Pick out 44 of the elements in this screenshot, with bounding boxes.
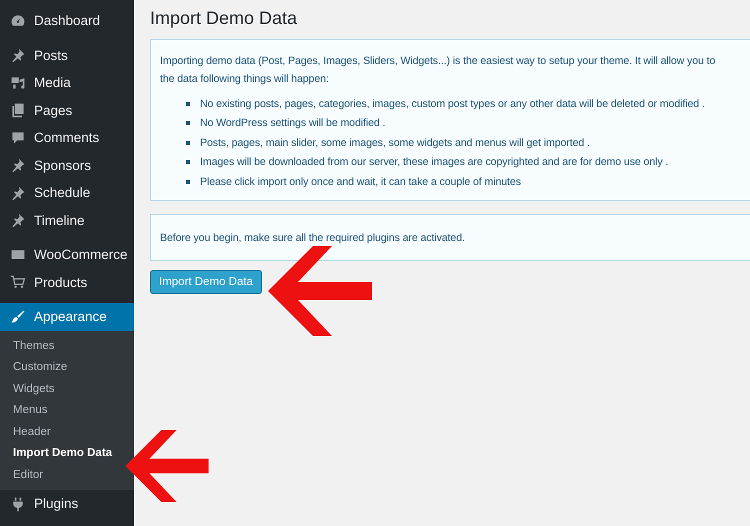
bullet-icon — [186, 140, 190, 145]
paintbrush-icon — [10, 308, 26, 325]
media-icon — [10, 74, 26, 91]
menu-item[interactable]: Comments — [0, 124, 134, 152]
speech-bubble-icon — [10, 130, 26, 146]
gauge-icon — [10, 12, 26, 29]
plug-icon — [10, 496, 26, 512]
list-item-text: No WordPress settings will be modified . — [200, 117, 386, 130]
pushpin-icon — [10, 184, 26, 201]
menu-item[interactable]: Plugins — [0, 490, 134, 518]
bullet-icon — [186, 121, 190, 126]
menu-item[interactable]: Schedule — [0, 179, 134, 206]
page-title: Import Demo Data — [150, 8, 298, 29]
cart-icon — [10, 274, 26, 290]
pushpin-icon — [10, 212, 26, 228]
submenu-item[interactable]: Editor — [0, 464, 44, 486]
bullet-icon — [186, 102, 190, 106]
bullet-icon — [186, 180, 190, 184]
menu-item[interactable]: Sponsors — [0, 152, 134, 179]
submenu-item[interactable]: Menus — [0, 400, 48, 422]
menu-item[interactable]: WooCommerce — [0, 241, 134, 268]
intro-text: Importing demo data (Post, Pages, Images, Sliders, Widgets...) is the easiest way to setup your theme. It will allow you to — [160, 54, 716, 69]
submenu-item[interactable]: Widgets — [0, 378, 55, 400]
pushpin-icon — [10, 157, 26, 174]
menu-item[interactable]: Products — [0, 268, 134, 296]
pushpin-icon — [10, 47, 26, 64]
menu-item[interactable]: Timeline — [0, 206, 134, 234]
pages-icon — [10, 102, 26, 118]
intro-text: the data following things will happen: — [160, 72, 330, 87]
list-item-text: Posts, pages, main slider, some images, some widgets and menus will get imported . — [200, 136, 590, 149]
submenu-item[interactable]: Import Demo Data — [0, 443, 112, 464]
notice-text: Before you begin, make sure all the required plugins are activated. — [160, 230, 466, 246]
menu-item[interactable]: Appearance — [0, 303, 134, 330]
bullet-icon — [186, 160, 190, 164]
submenu-item[interactable]: Customize — [0, 357, 68, 378]
list-item-text: Images will be downloaded from our server, these images are copyrighted and are for demo use only . — [200, 156, 668, 168]
menu-item[interactable]: Dashboard — [0, 7, 134, 34]
list-item-text: No existing posts, pages, categories, images, custom post types or any other data will be deleted or modified . — [200, 98, 705, 110]
menu-item[interactable]: Pages — [0, 96, 134, 124]
list-item-text: Please click import only once and wait, it can take a couple of minutes — [200, 176, 521, 188]
menu-item[interactable]: Media — [0, 69, 134, 96]
submenu-item[interactable]: Header — [0, 422, 51, 443]
menu-item[interactable]: Posts — [0, 42, 134, 69]
submenu-item[interactable]: Themes — [0, 336, 55, 357]
